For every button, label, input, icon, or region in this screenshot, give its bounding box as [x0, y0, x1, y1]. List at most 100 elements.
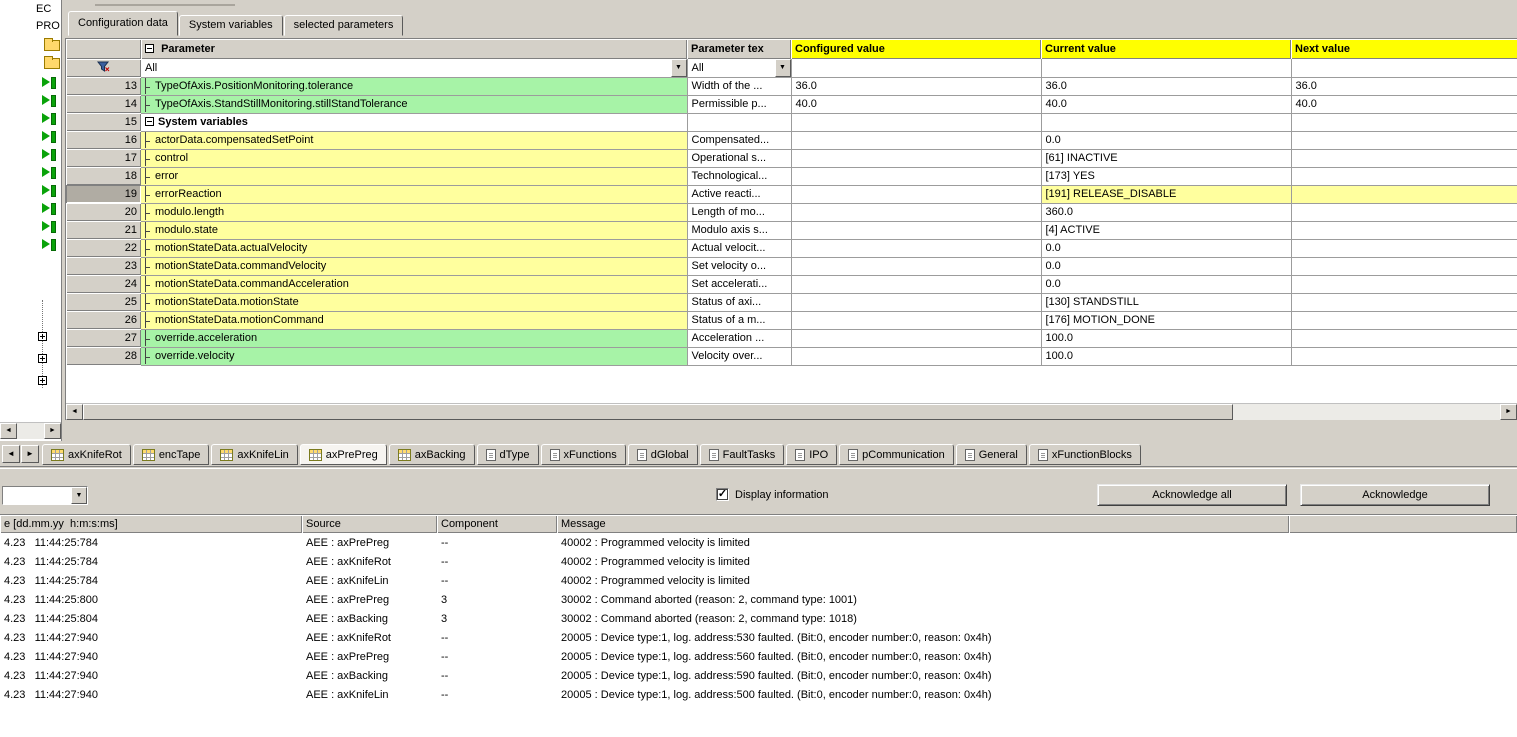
parameter-name-cell[interactable]: TypeOfAxis.StandStillMonitoring.stillSta… — [141, 95, 687, 113]
next-value-cell[interactable] — [1291, 203, 1517, 221]
configured-value-cell[interactable] — [791, 275, 1041, 293]
configured-value-cell[interactable] — [791, 185, 1041, 203]
parameter-name-cell[interactable]: motionStateData.commandAcceleration — [141, 275, 687, 293]
axis-object-icon[interactable] — [42, 130, 58, 144]
axis-object-icon[interactable] — [42, 94, 58, 108]
panel-splitter[interactable] — [0, 466, 1517, 478]
current-value-cell[interactable]: [176] MOTION_DONE — [1041, 311, 1291, 329]
alarm-row[interactable]: 4.23 11:44:25:804AEE : axBacking330002 :… — [0, 609, 1517, 628]
row-number[interactable]: 16 — [66, 131, 141, 149]
alarm-row[interactable]: 4.23 11:44:27:940AEE : axBacking--20005 … — [0, 666, 1517, 685]
current-value-cell[interactable]: 36.0 — [1041, 77, 1291, 95]
column-header-message[interactable]: Message — [557, 515, 1289, 533]
alarm-row[interactable]: 4.23 11:44:25:800AEE : axPrePreg330002 :… — [0, 590, 1517, 609]
current-value-cell[interactable]: [191] RELEASE_DISABLE — [1041, 185, 1291, 203]
current-value-cell[interactable]: [130] STANDSTILL — [1041, 293, 1291, 311]
scroll-left-icon[interactable]: ◄ — [0, 423, 17, 439]
configured-value-cell[interactable] — [791, 329, 1041, 347]
current-value-cell[interactable]: 100.0 — [1041, 329, 1291, 347]
next-value-cell[interactable] — [1291, 167, 1517, 185]
axis-object-icon[interactable] — [42, 76, 58, 90]
tree-item-label[interactable]: EC — [36, 3, 51, 15]
object-tab-dglobal[interactable]: dGlobal — [628, 444, 698, 465]
configured-value-cell[interactable] — [791, 131, 1041, 149]
row-number[interactable]: 13 — [66, 77, 141, 95]
current-value-cell[interactable]: 0.0 — [1041, 275, 1291, 293]
tree-expand-icon[interactable] — [38, 332, 47, 341]
current-value-cell[interactable]: 360.0 — [1041, 203, 1291, 221]
axis-object-icon[interactable] — [42, 112, 58, 126]
parameter-text-cell[interactable]: Permissible p... — [687, 95, 791, 113]
column-header-next-value[interactable]: Next value — [1291, 39, 1517, 59]
view-tab-configuration-data[interactable]: Configuration data — [68, 11, 178, 36]
parameter-text-cell[interactable]: Active reacti... — [687, 185, 791, 203]
configured-value-cell[interactable] — [791, 257, 1041, 275]
acknowledge-button[interactable]: Acknowledge — [1300, 484, 1490, 506]
parameter-name-cell[interactable]: motionStateData.motionCommand — [141, 311, 687, 329]
axis-object-icon[interactable] — [42, 184, 58, 198]
configured-value-cell[interactable] — [791, 203, 1041, 221]
configured-filter-cell[interactable] — [791, 59, 1041, 77]
next-value-cell[interactable] — [1291, 185, 1517, 203]
column-header-component[interactable]: Component — [437, 515, 557, 533]
row-number[interactable]: 15 — [66, 113, 141, 131]
object-tab-xfunctions[interactable]: xFunctions — [541, 444, 626, 465]
parameter-filter-dropdown[interactable]: All ▼ — [141, 59, 687, 77]
current-value-cell[interactable]: [61] INACTIVE — [1041, 149, 1291, 167]
current-value-cell[interactable]: 0.0 — [1041, 239, 1291, 257]
configured-value-cell[interactable] — [791, 221, 1041, 239]
alarm-row[interactable]: 4.23 11:44:27:940AEE : axKnifeLin--20005… — [0, 685, 1517, 704]
configured-value-cell[interactable] — [791, 347, 1041, 365]
tree-horizontal-scrollbar[interactable]: ◄ ► — [0, 422, 61, 439]
row-number[interactable]: 28 — [66, 347, 141, 365]
grid-horizontal-scrollbar[interactable]: ◄ ► — [66, 403, 1517, 420]
current-value-cell[interactable]: [4] ACTIVE — [1041, 221, 1291, 239]
object-tab-axknifelin[interactable]: axKnifeLin — [211, 444, 297, 465]
object-tab-general[interactable]: General — [956, 444, 1027, 465]
parameter-name-cell[interactable]: TypeOfAxis.PositionMonitoring.tolerance — [141, 77, 687, 95]
parameter-name-cell[interactable]: motionStateData.commandVelocity — [141, 257, 687, 275]
configured-value-cell[interactable]: 36.0 — [791, 77, 1041, 95]
parameter-text-cell[interactable]: Operational s... — [687, 149, 791, 167]
parameter-name-cell[interactable]: actorData.compensatedSetPoint — [141, 131, 687, 149]
alarm-filter-combo[interactable]: ▼ — [2, 486, 88, 505]
parameter-name-cell[interactable]: modulo.state — [141, 221, 687, 239]
collapse-icon[interactable] — [145, 117, 154, 126]
filter-row-header[interactable] — [66, 59, 141, 77]
object-tab-enctape[interactable]: encTape — [133, 444, 210, 465]
row-number[interactable]: 17 — [66, 149, 141, 167]
row-number[interactable]: 14 — [66, 95, 141, 113]
configured-value-cell[interactable]: 40.0 — [791, 95, 1041, 113]
object-tab-axprepreg[interactable]: axPrePreg — [300, 444, 387, 465]
next-value-cell[interactable] — [1291, 149, 1517, 167]
next-value-cell[interactable] — [1291, 131, 1517, 149]
next-value-cell[interactable] — [1291, 347, 1517, 365]
scrollbar-thumb[interactable] — [83, 404, 1233, 420]
next-value-cell[interactable] — [1291, 239, 1517, 257]
parameter-name-cell[interactable]: control — [141, 149, 687, 167]
parameter-name-cell[interactable]: motionStateData.motionState — [141, 293, 687, 311]
scroll-left-icon[interactable]: ◄ — [66, 404, 83, 420]
current-value-cell[interactable] — [1041, 113, 1291, 131]
project-tree-pane[interactable]: EC PRO ◄ ► — [0, 0, 62, 441]
column-header-parameter-text[interactable]: Parameter tex — [687, 39, 791, 59]
parameter-text-cell[interactable]: Length of mo... — [687, 203, 791, 221]
alarm-row[interactable]: 4.23 11:44:25:784AEE : axKnifeRot--40002… — [0, 552, 1517, 571]
parameter-name-cell[interactable]: override.velocity — [141, 347, 687, 365]
column-header-configured-value[interactable]: Configured value — [791, 39, 1041, 59]
parameter-text-cell[interactable]: Set velocity o... — [687, 257, 791, 275]
parameter-text-cell[interactable]: Compensated... — [687, 131, 791, 149]
tree-item-label[interactable]: PRO — [36, 20, 60, 32]
parameter-text-cell[interactable]: Acceleration ... — [687, 329, 791, 347]
parameter-name-cell[interactable]: motionStateData.actualVelocity — [141, 239, 687, 257]
folder-icon[interactable] — [44, 40, 60, 51]
row-number[interactable]: 20 — [66, 203, 141, 221]
configured-value-cell[interactable] — [791, 167, 1041, 185]
axis-object-icon[interactable] — [42, 220, 58, 234]
alarm-row[interactable]: 4.23 11:44:25:784AEE : axKnifeLin--40002… — [0, 571, 1517, 590]
axis-object-icon[interactable] — [42, 238, 58, 252]
display-information-checkbox[interactable]: ✓ — [716, 488, 729, 501]
row-number[interactable]: 27 — [66, 329, 141, 347]
configured-value-cell[interactable] — [791, 293, 1041, 311]
parameter-name-cell[interactable]: error — [141, 167, 687, 185]
